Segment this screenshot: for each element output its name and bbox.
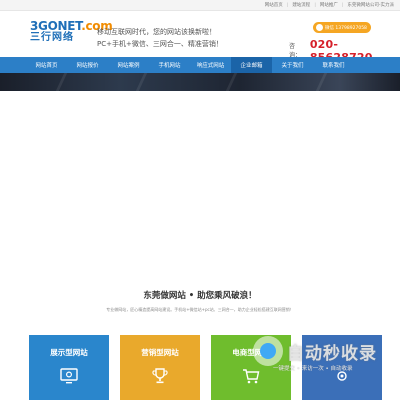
separator: |: [341, 2, 344, 8]
separator: |: [286, 2, 289, 8]
top-link-home[interactable]: 网站首页: [265, 2, 283, 8]
card-marketing-site[interactable]: 营销型网站: [120, 335, 200, 400]
nav-item-mobile[interactable]: 手机网站: [149, 57, 190, 73]
nav-item-email[interactable]: 企业邮箱: [231, 57, 272, 73]
monitor-icon: [60, 368, 78, 384]
logo-en-text: 3GONET: [30, 19, 82, 33]
section-subtitle: 专业做网站，匠心精造提高网站建设。手机站+微信站+pc站、三网合一，助力企业轻松…: [106, 307, 294, 312]
trophy-icon: [152, 368, 168, 384]
banner-streak: [225, 73, 238, 91]
watermark-overlay: 自动秒收录 一键提交 • 来访一次 • 自动收录: [243, 333, 398, 385]
top-bar: 网站首页 | 建站流程 | 网站推广 | 东莞微网站公司-实力派: [0, 0, 400, 11]
slogan-line-2: PC+手机+微信、三网合一、精准营销！: [97, 40, 223, 48]
nav-item-contact[interactable]: 联系我们: [313, 57, 354, 73]
watermark-title: 自动秒收录: [287, 344, 377, 364]
nav-item-cases[interactable]: 网站案例: [108, 57, 149, 73]
watermark-subtitle: 一键提交 • 来访一次 • 自动收录: [273, 366, 353, 372]
top-link-company[interactable]: 东莞微网站公司-实力派: [347, 2, 394, 8]
main-nav: 网站首页 网站报价 网站案例 手机网站 响应式网站 企业邮箱 关于我们 联系我们: [0, 57, 400, 73]
nav-item-pricing[interactable]: 网站报价: [67, 57, 108, 73]
banner-streak: [315, 73, 328, 91]
card-title: 展示型网站: [50, 348, 88, 357]
hero-banner: [0, 73, 400, 91]
nav-item-home[interactable]: 网站首页: [26, 57, 67, 73]
banner-streak: [55, 73, 68, 91]
wechat-badge-text: 微信 13798927058: [325, 25, 367, 31]
top-links: 网站首页 | 建站流程 | 网站推广 | 东莞微网站公司-实力派: [265, 0, 394, 10]
section-title: 东莞做网站 • 助您乘风破浪！: [143, 291, 257, 301]
nav-item-about[interactable]: 关于我们: [272, 57, 313, 73]
card-showcase-site[interactable]: 展示型网站: [29, 335, 109, 400]
slogan-line-1: 移动互联网时代，您的网站该换新啦！: [97, 28, 216, 36]
card-title: 营销型网站: [141, 348, 179, 357]
nav-item-responsive[interactable]: 响应式网站: [190, 57, 231, 73]
watermark-logo-icon: [253, 336, 283, 366]
top-link-process[interactable]: 建站流程: [292, 2, 310, 8]
banner-streak: [135, 73, 148, 91]
wechat-badge[interactable]: 微信 13798927058: [313, 22, 371, 33]
top-link-promotion[interactable]: 网站推广: [320, 2, 338, 8]
separator: |: [314, 2, 316, 8]
chat-icon: [316, 24, 323, 31]
header-slogan: 移动互联网时代，您的网站该换新啦！ PC+手机+微信、三网合一、精准营销！: [97, 26, 223, 50]
